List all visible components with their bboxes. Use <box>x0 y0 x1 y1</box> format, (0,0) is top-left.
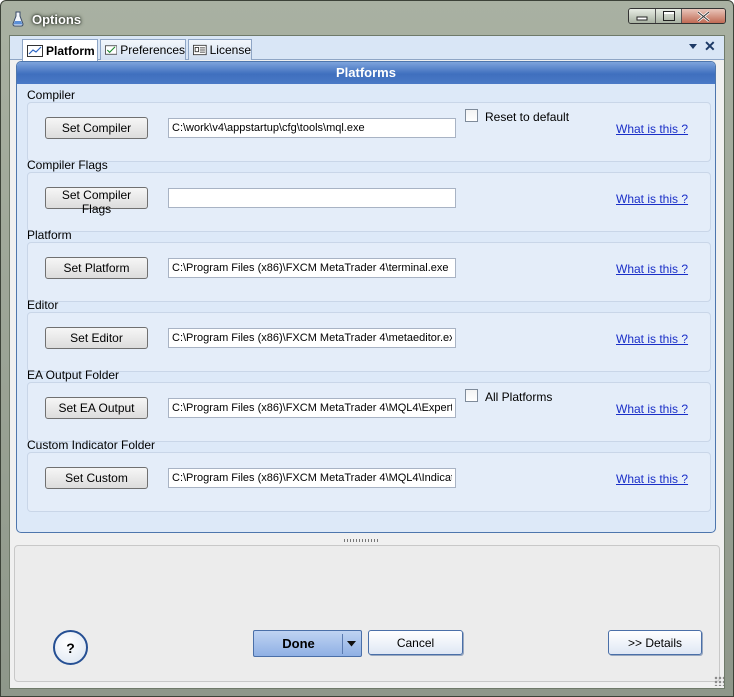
app-icon <box>12 11 24 27</box>
panel-title: Platforms <box>17 62 715 84</box>
close-button[interactable] <box>682 9 725 23</box>
minimize-button[interactable] <box>629 9 656 23</box>
set-compiler-flags-button[interactable]: Set Compiler Flags <box>45 187 148 216</box>
tab-close-icon[interactable]: ✕ <box>704 39 716 53</box>
tab-preferences[interactable]: Preferences <box>100 39 186 60</box>
done-split-divider <box>342 634 343 654</box>
details-button[interactable]: >> Details <box>608 630 702 655</box>
compiler-help-link[interactable]: What is this ? <box>616 122 688 136</box>
compiler-section-title: Compiler <box>27 88 76 102</box>
help-button[interactable]: ? <box>53 630 88 665</box>
maximize-button[interactable] <box>656 9 682 23</box>
title-bar[interactable]: Options <box>1 1 733 35</box>
client-area: Platform Preferences License ✕ Platforms… <box>9 35 725 689</box>
custom-indicator-path-field[interactable] <box>168 468 456 488</box>
chevron-down-icon[interactable] <box>688 43 698 51</box>
preferences-icon <box>105 45 118 55</box>
ea-output-section-title: EA Output Folder <box>27 368 120 382</box>
editor-help-link[interactable]: What is this ? <box>616 332 688 346</box>
chevron-down-icon[interactable] <box>347 641 356 647</box>
resize-grip-icon[interactable] <box>714 676 724 686</box>
compiler-flags-field[interactable] <box>168 188 456 208</box>
tab-strip: Platform Preferences License ✕ <box>10 36 724 61</box>
all-platforms-label: All Platforms <box>485 390 553 404</box>
tab-label: License <box>209 43 251 57</box>
done-button[interactable]: Done <box>253 630 362 657</box>
minimize-icon <box>636 16 648 21</box>
tab-label: Preferences <box>120 43 185 57</box>
platform-section-title: Platform <box>27 228 72 242</box>
splitter-grip-icon <box>344 539 378 542</box>
set-ea-output-button[interactable]: Set EA Output <box>45 397 148 419</box>
editor-path-field[interactable] <box>168 328 456 348</box>
ea-output-path-field[interactable] <box>168 398 456 418</box>
tab-label: Platform <box>46 43 95 58</box>
window-title: Options <box>32 12 82 27</box>
license-icon <box>193 44 207 56</box>
ea-output-help-link[interactable]: What is this ? <box>616 402 688 416</box>
reset-to-default-checkbox[interactable] <box>465 109 478 122</box>
set-editor-button[interactable]: Set Editor <box>45 327 148 349</box>
platform-path-field[interactable] <box>168 258 456 278</box>
platform-icon <box>27 44 43 57</box>
compiler-path-field[interactable] <box>168 118 456 138</box>
splitter[interactable] <box>10 537 724 545</box>
platforms-panel: Platforms Compiler Set Compiler Reset to… <box>16 61 716 533</box>
compiler-flags-help-link[interactable]: What is this ? <box>616 192 688 206</box>
caption-buttons <box>628 8 726 24</box>
set-compiler-button[interactable]: Set Compiler <box>45 117 148 139</box>
tab-platform[interactable]: Platform <box>22 39 98 61</box>
tab-license[interactable]: License <box>188 39 252 60</box>
maximize-icon <box>663 11 675 21</box>
platform-help-link[interactable]: What is this ? <box>616 262 688 276</box>
options-window: Options Platform Preferences License ✕ P… <box>0 0 734 697</box>
cancel-button[interactable]: Cancel <box>368 630 463 655</box>
close-icon <box>697 10 710 23</box>
custom-indicator-help-link[interactable]: What is this ? <box>616 472 688 486</box>
custom-indicator-section-title: Custom Indicator Folder <box>27 438 156 452</box>
set-platform-button[interactable]: Set Platform <box>45 257 148 279</box>
details-area <box>14 545 720 682</box>
all-platforms-checkbox[interactable] <box>465 389 478 402</box>
editor-section-title: Editor <box>27 298 59 312</box>
set-custom-button[interactable]: Set Custom <box>45 467 148 489</box>
reset-to-default-label: Reset to default <box>485 110 570 124</box>
compiler-flags-section-title: Compiler Flags <box>27 158 108 172</box>
